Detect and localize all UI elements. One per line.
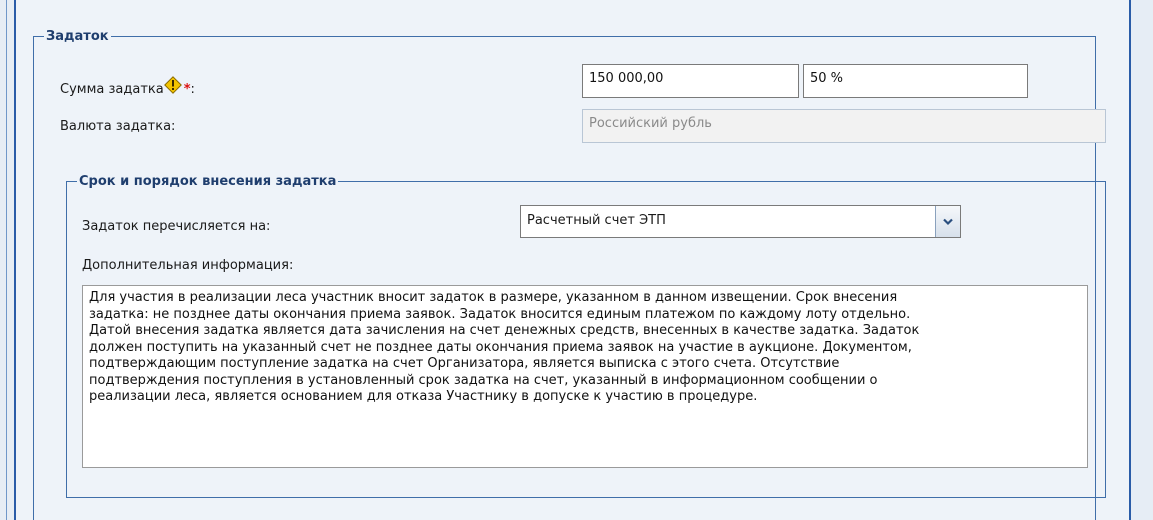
currency-label: Валюта задатка: xyxy=(60,119,176,134)
warning-hint-icon[interactable] xyxy=(163,76,184,94)
deposit-amount-input[interactable]: 150 000,00 xyxy=(582,64,799,98)
payment-terms-title: Срок и порядок внесения задатка xyxy=(79,174,337,189)
outer-frame-line xyxy=(6,0,7,520)
additional-info-label: Дополнительная информация: xyxy=(82,258,294,273)
deposit-section-title: Задаток xyxy=(46,29,109,44)
chevron-down-icon[interactable] xyxy=(935,206,960,237)
transfer-to-label: Задаток перечисляется на: xyxy=(82,219,271,234)
transfer-to-selected-value: Расчетный счет ЭТП xyxy=(527,213,666,228)
currency-field: Российский рубль xyxy=(582,109,1106,143)
required-asterisk: * xyxy=(183,82,191,97)
deposit-percent-input[interactable]: 50 % xyxy=(803,64,1028,98)
deposit-amount-label: Сумма задатка xyxy=(60,82,164,97)
additional-info-textarea[interactable]: Для участия в реализации леса участник в… xyxy=(82,285,1088,468)
transfer-to-select[interactable]: Расчетный счет ЭТП xyxy=(520,205,961,238)
label-colon: : xyxy=(190,82,195,97)
deposit-amount-label-group: Сумма задатка *: xyxy=(60,76,195,97)
